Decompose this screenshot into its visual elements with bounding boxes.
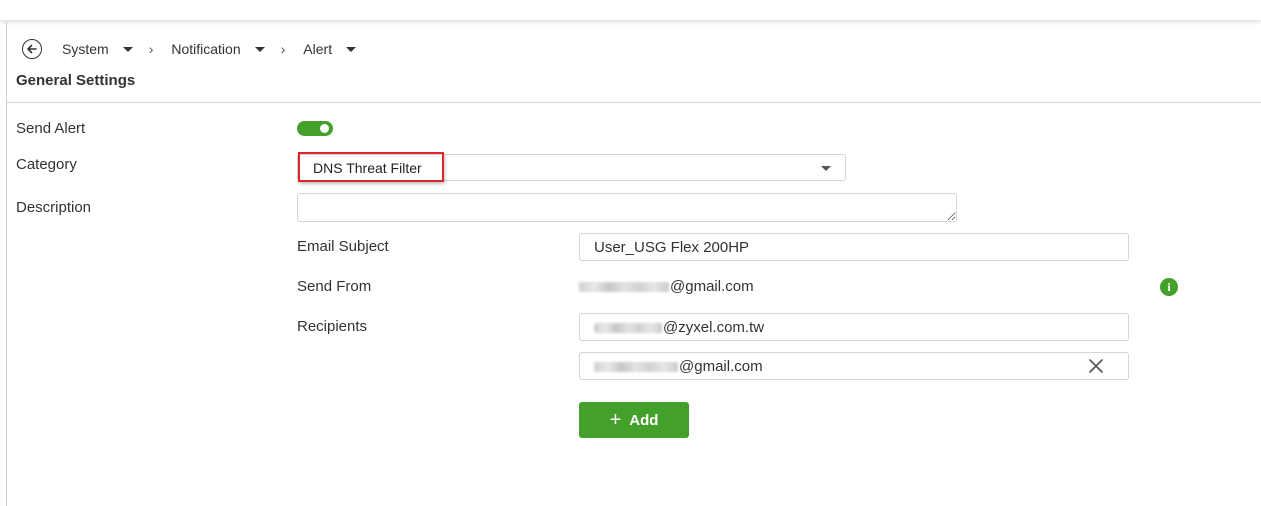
chevron-right-icon: › — [148, 41, 154, 57]
breadcrumb-alert[interactable]: Alert — [303, 41, 332, 57]
recipient-domain-2: @gmail.com — [679, 358, 763, 375]
left-border — [6, 22, 7, 506]
category-label: Category — [16, 156, 77, 173]
toggle-knob — [320, 124, 329, 133]
breadcrumb: System › Notification › Alert — [22, 37, 357, 61]
close-icon[interactable] — [1088, 358, 1104, 374]
section-title: General Settings — [16, 72, 136, 89]
send-from-value: @gmail.com — [579, 278, 754, 295]
breadcrumb-system[interactable]: System — [62, 41, 109, 57]
redacted-text — [594, 361, 678, 372]
send-from-label: Send From — [297, 278, 372, 295]
description-textarea[interactable] — [297, 193, 957, 222]
divider — [7, 102, 1261, 103]
back-arrow-icon[interactable] — [22, 39, 42, 59]
plus-icon: + — [609, 409, 622, 431]
recipient-input-2[interactable]: @gmail.com — [579, 352, 1129, 380]
redacted-text — [579, 281, 669, 292]
redacted-text — [594, 322, 662, 333]
email-subject-input[interactable]: User_USG Flex 200HP — [579, 233, 1129, 261]
recipient-domain-1: @zyxel.com.tw — [663, 319, 765, 336]
chevron-down-icon[interactable] — [346, 46, 357, 52]
email-subject-value: User_USG Flex 200HP — [594, 239, 750, 256]
chevron-right-icon: › — [280, 41, 286, 57]
add-recipient-button[interactable]: + Add — [579, 402, 689, 438]
highlight-box — [298, 152, 444, 182]
description-label: Description — [16, 199, 92, 216]
email-subject-label: Email Subject — [297, 238, 389, 255]
top-bar — [0, 0, 1261, 20]
send-from-domain: @gmail.com — [670, 278, 754, 295]
chevron-down-icon[interactable] — [254, 46, 265, 52]
chevron-down-icon[interactable] — [821, 166, 831, 171]
recipients-label: Recipients — [297, 318, 368, 335]
breadcrumb-notification[interactable]: Notification — [171, 41, 240, 57]
recipient-input-1[interactable]: @zyxel.com.tw — [579, 313, 1129, 341]
send-alert-label: Send Alert — [16, 120, 86, 137]
send-alert-toggle[interactable] — [297, 121, 333, 136]
recipient-value-2: @gmail.com — [594, 358, 763, 375]
recipient-value-1: @zyxel.com.tw — [594, 319, 764, 336]
chevron-down-icon[interactable] — [122, 46, 133, 52]
add-button-label: Add — [629, 411, 659, 429]
info-icon[interactable]: i — [1160, 278, 1178, 296]
